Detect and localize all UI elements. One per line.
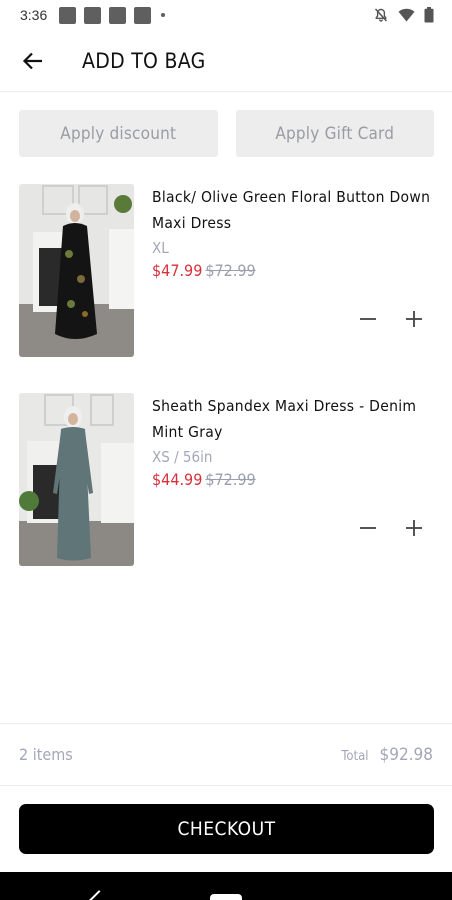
item-variant: XL bbox=[152, 239, 169, 257]
item-variant: XS / 56in bbox=[152, 448, 213, 466]
discount-actions: Apply discount Apply Gift Card bbox=[19, 110, 434, 157]
checkout-button[interactable]: CHECKOUT bbox=[19, 804, 434, 854]
total: Total $92.98 bbox=[341, 745, 433, 765]
notification-icon bbox=[134, 6, 152, 24]
original-price: $72.99 bbox=[205, 470, 256, 489]
item-count: 2 items bbox=[19, 745, 73, 764]
more-notifications-icon bbox=[161, 13, 166, 17]
plus-icon bbox=[406, 520, 422, 536]
price-row: $47.99 $72.99 bbox=[152, 259, 434, 283]
decrease-quantity-button[interactable] bbox=[356, 307, 380, 331]
plus-icon bbox=[406, 311, 422, 327]
dress-denim-mint-gray-image bbox=[19, 393, 134, 566]
back-button[interactable] bbox=[18, 46, 48, 76]
price-row: $44.99 $72.99 bbox=[152, 468, 434, 492]
decrease-quantity-button[interactable] bbox=[356, 516, 380, 540]
battery-icon bbox=[424, 7, 434, 23]
original-price: $72.99 bbox=[205, 261, 256, 280]
notification-icon bbox=[59, 6, 77, 24]
app-header: ADD TO BAG bbox=[0, 30, 452, 92]
increase-quantity-button[interactable] bbox=[402, 307, 426, 331]
status-bar: 3:36 bbox=[0, 0, 452, 30]
notification-icon bbox=[109, 6, 127, 24]
nav-home-icon[interactable] bbox=[210, 894, 242, 900]
app-screen: 3:36 ADD TO BAG Apply discount Apply Gif… bbox=[0, 0, 452, 900]
quantity-controls bbox=[356, 516, 426, 540]
item-details: Sheath Spandex Maxi Dress - Denim Mint G… bbox=[152, 393, 434, 492]
minus-icon bbox=[360, 527, 376, 529]
product-image[interactable] bbox=[19, 184, 134, 357]
wifi-icon bbox=[398, 8, 415, 22]
bag-summary: 2 items Total $92.98 bbox=[0, 723, 452, 786]
minus-icon bbox=[360, 318, 376, 320]
cart-item: Sheath Spandex Maxi Dress - Denim Mint G… bbox=[19, 393, 434, 566]
quantity-controls bbox=[356, 307, 426, 331]
apply-discount-button[interactable]: Apply discount bbox=[19, 110, 218, 157]
item-details: Black/ Olive Green Floral Button Down Ma… bbox=[152, 184, 434, 283]
total-label: Total bbox=[341, 748, 369, 764]
apply-gift-card-button[interactable]: Apply Gift Card bbox=[235, 110, 434, 157]
system-nav-bar bbox=[0, 872, 452, 900]
dress-black-floral-image bbox=[19, 184, 134, 357]
item-name[interactable]: Black/ Olive Green Floral Button Down Ma… bbox=[152, 184, 434, 236]
item-name[interactable]: Sheath Spandex Maxi Dress - Denim Mint G… bbox=[152, 393, 434, 445]
status-time: 3:36 bbox=[20, 7, 48, 23]
nav-back-icon[interactable] bbox=[89, 890, 109, 900]
sale-price: $47.99 bbox=[152, 261, 203, 280]
page-title: ADD TO BAG bbox=[82, 48, 206, 73]
total-value: $92.98 bbox=[379, 744, 434, 765]
cart-item: Black/ Olive Green Floral Button Down Ma… bbox=[19, 184, 434, 357]
sale-price: $44.99 bbox=[152, 470, 203, 489]
increase-quantity-button[interactable] bbox=[402, 516, 426, 540]
product-image[interactable] bbox=[19, 393, 134, 566]
notification-icon bbox=[84, 6, 102, 24]
arrow-left-icon bbox=[22, 52, 42, 69]
bell-off-icon bbox=[374, 8, 388, 22]
